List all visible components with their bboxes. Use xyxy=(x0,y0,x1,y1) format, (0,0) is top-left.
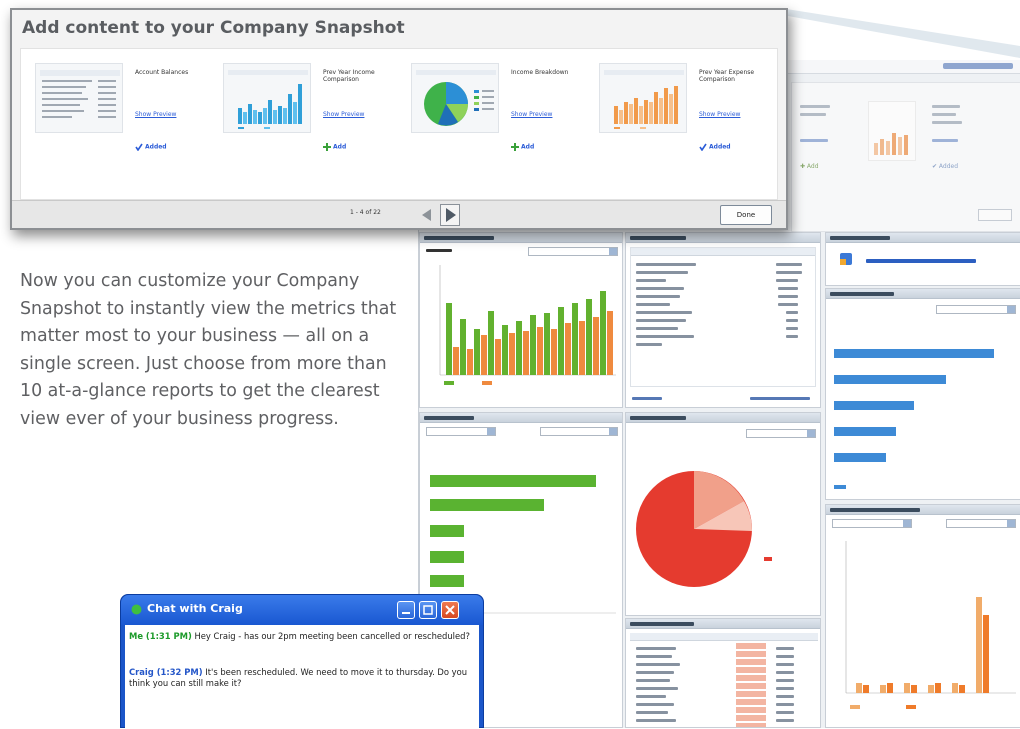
chat-message: Craig (1:32 PM) It's been rescheduled. W… xyxy=(129,667,471,688)
show-preview-link[interactable]: Show Preview xyxy=(699,111,740,118)
callout-footer: 1 - 4 of 22 Done xyxy=(12,200,786,228)
minimize-button[interactable] xyxy=(397,601,415,619)
show-preview-link[interactable]: Show Preview xyxy=(135,111,176,118)
report-card-prev-year-income: Prev Year Income Comparison Show Preview… xyxy=(223,63,403,193)
prev-year-expense-thumbnail xyxy=(599,63,687,133)
marketing-description: Now you can customize your Company Snaps… xyxy=(20,271,397,429)
plus-icon xyxy=(511,143,519,151)
chat-status-icon xyxy=(131,604,142,615)
account-balances-thumbnail xyxy=(35,63,123,133)
next-page-button[interactable] xyxy=(440,204,460,226)
prev-year-income-chart xyxy=(845,541,1016,709)
report-gallery: Account Balances Show Preview Added Prev… xyxy=(20,48,778,200)
right-arrow-icon xyxy=(441,205,459,225)
account-balances-pane xyxy=(625,232,821,408)
plus-icon xyxy=(323,143,331,151)
report-name: Prev Year Expense Comparison xyxy=(699,69,755,83)
add-content-callout: Add content to your Company Snapshot Acc… xyxy=(10,8,788,230)
message-sender: Craig (1:32 PM) xyxy=(129,667,203,677)
added-status: Added xyxy=(699,143,731,152)
previous-page-button[interactable] xyxy=(416,204,436,226)
callout-connector xyxy=(780,8,1020,58)
chat-window: Chat with Craig Me (1:31 PM) Hey Craig -… xyxy=(120,594,484,729)
background-add-content-panel: ✚ Add ✔ Added xyxy=(791,82,1020,232)
pager-text: 1 - 4 of 22 xyxy=(350,209,381,216)
chat-message-area[interactable]: Me (1:31 PM) Hey Craig - has our 2pm mee… xyxy=(125,625,479,729)
report-card-account-balances: Account Balances Show Preview Added xyxy=(35,63,215,193)
prev-year-income-pane xyxy=(825,504,1020,728)
report-name: Account Balances xyxy=(135,69,189,76)
income-expense-trend-pane xyxy=(419,232,623,408)
callout-title: Add content to your Company Snapshot xyxy=(22,18,405,38)
top-customers-bar-chart xyxy=(834,349,994,489)
minimize-icon xyxy=(398,603,414,622)
prev-year-income-thumbnail xyxy=(223,63,311,133)
report-card-prev-year-expense: Prev Year Expense Comparison Show Previe… xyxy=(599,63,779,193)
message-sender: Me (1:31 PM) xyxy=(129,631,192,641)
check-icon xyxy=(135,143,143,152)
add-report-button[interactable]: Add xyxy=(511,143,534,151)
chat-message: Me (1:31 PM) Hey Craig - has our 2pm mee… xyxy=(129,631,471,642)
message-text: Hey Craig - has our 2pm meeting been can… xyxy=(194,631,470,641)
left-arrow-icon xyxy=(417,205,435,225)
add-report-button[interactable]: Add xyxy=(323,143,346,151)
show-preview-link[interactable]: Show Preview xyxy=(511,111,552,118)
chat-title-bar[interactable]: Chat with Craig xyxy=(121,595,483,625)
income-expense-bar-chart xyxy=(439,265,616,385)
check-icon xyxy=(699,143,707,152)
customers-owe-money-pane xyxy=(625,618,821,728)
close-button[interactable] xyxy=(441,601,459,619)
report-card-income-breakdown: Income Breakdown Show Preview Add xyxy=(411,63,591,193)
recommended-pane xyxy=(825,232,1020,286)
income-breakdown-thumbnail xyxy=(411,63,499,133)
maximize-icon xyxy=(420,603,436,622)
top-customers-pane xyxy=(825,288,1020,500)
report-name: Income Breakdown xyxy=(511,69,569,76)
close-icon xyxy=(442,603,458,622)
chat-title: Chat with Craig xyxy=(147,602,243,615)
maximize-button[interactable] xyxy=(419,601,437,619)
expense-breakdown-pane xyxy=(625,412,821,616)
done-button[interactable]: Done xyxy=(720,205,772,225)
show-preview-link[interactable]: Show Preview xyxy=(323,111,364,118)
expense-pie-chart xyxy=(636,471,772,587)
report-name: Prev Year Income Comparison xyxy=(323,69,375,83)
added-status: Added xyxy=(135,143,167,152)
